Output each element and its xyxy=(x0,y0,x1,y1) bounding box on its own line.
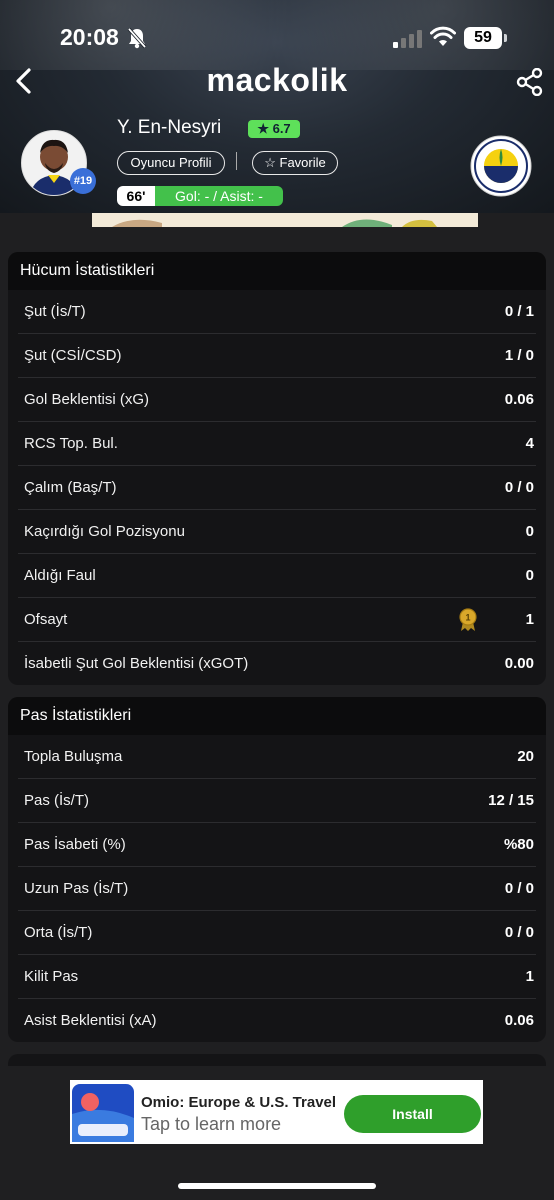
stat-row: Ofsayt 1 1 xyxy=(18,598,536,642)
stat-row: Asist Beklentisi (xA) 0.06 xyxy=(18,999,536,1042)
stat-label: Şut (CSİ/CSD) xyxy=(24,347,122,364)
ad-title: Omio: Europe & U.S. Travel xyxy=(141,1094,337,1111)
stat-value: 20 xyxy=(517,748,534,765)
stat-label: Uzun Pas (İs/T) xyxy=(24,880,129,897)
star-outline-icon: ☆ xyxy=(264,155,276,170)
stat-row: Kilit Pas 1 xyxy=(18,955,536,999)
jersey-number-badge: #19 xyxy=(70,168,96,194)
clock: 20:08 xyxy=(60,24,119,50)
divider xyxy=(236,152,237,170)
stat-value: 0 / 0 xyxy=(504,479,534,496)
stat-label: Pas İsabeti (%) xyxy=(24,836,126,853)
wifi-icon xyxy=(430,26,456,53)
stat-label: Çalım (Baş/T) xyxy=(24,479,117,496)
stat-row: Orta (İs/T) 0 / 0 xyxy=(18,911,536,955)
stat-label: Kaçırdığı Gol Pozisyonu xyxy=(24,523,185,540)
stat-row: Uzun Pas (İs/T) 0 / 0 xyxy=(18,867,536,911)
stat-value: 0 / 1 xyxy=(504,303,534,320)
stat-value: 1 / 0 xyxy=(504,347,534,364)
battery-icon: 59 xyxy=(464,27,507,49)
goals-assists: Gol: - / Asist: - xyxy=(155,186,283,206)
stat-label: Aldığı Faul xyxy=(24,567,96,584)
share-icon[interactable] xyxy=(516,67,544,101)
stat-row: RCS Top. Bul. 4 xyxy=(18,422,536,466)
ad-banner[interactable]: Omio: Europe & U.S. Travel Tap to learn … xyxy=(70,1080,483,1144)
stat-value: 1 xyxy=(525,968,534,985)
stat-value: 0.06 xyxy=(504,391,534,408)
attack-stats-card: Hücum İstatistikleri Şut (İs/T) 0 / 1 Şut… xyxy=(8,252,546,685)
minutes-played: 66' xyxy=(117,186,155,206)
stat-row: Aldığı Faul 0 xyxy=(18,554,536,598)
stat-row: Pas (İs/T) 12 / 15 xyxy=(18,779,536,823)
stat-label: Şut (İs/T) xyxy=(24,303,86,320)
stat-row: Pas İsabeti (%) %80 xyxy=(18,823,536,867)
stat-value: 0 / 0 xyxy=(504,924,534,941)
medal-icon: 1 xyxy=(458,608,478,637)
ad-strip[interactable] xyxy=(92,213,478,227)
stat-label: Gol Beklentisi (xG) xyxy=(24,391,150,408)
omio-app-icon xyxy=(72,1084,134,1142)
favorite-button[interactable]: ☆ Favorile xyxy=(252,151,338,175)
card-title: Pas İstatistikleri xyxy=(8,697,546,735)
stat-value: 12 / 15 xyxy=(488,792,534,809)
stat-value: 1 xyxy=(525,611,534,628)
ad-subtitle: Tap to learn more xyxy=(141,1114,282,1134)
stat-value: %80 xyxy=(503,836,534,853)
rating-badge: ★ 6.7 xyxy=(248,120,300,138)
player-name: Y. En-Nesyri xyxy=(117,117,222,138)
stat-value: 0.00 xyxy=(504,655,534,672)
status-bar: 20:08 59 xyxy=(0,22,554,56)
stat-label: Kilit Pas xyxy=(24,968,79,985)
stat-row: Gol Beklentisi (xG) 0.06 xyxy=(18,378,536,422)
stat-label: Ofsayt xyxy=(24,611,68,628)
install-button[interactable]: Install xyxy=(344,1095,481,1133)
home-indicator[interactable] xyxy=(178,1183,376,1189)
stat-value: 0 xyxy=(525,567,534,584)
bell-muted-icon xyxy=(127,27,147,54)
pass-stats-card: Pas İstatistikleri Topla Buluşma 20 Pas (… xyxy=(8,697,546,1042)
svg-text:1: 1 xyxy=(465,613,470,623)
stat-label: Pas (İs/T) xyxy=(24,792,90,809)
stat-label: İsabetli Şut Gol Beklentisi (xGOT) xyxy=(24,655,249,672)
stat-label: RCS Top. Bul. xyxy=(24,435,118,452)
cellular-signal-icon xyxy=(393,30,423,53)
stat-label: Orta (İs/T) xyxy=(24,924,93,941)
header: 20:08 59 mackolik #19 Y. En-Nesyri ★ 6.7… xyxy=(0,0,554,213)
stat-row: Topla Buluşma 20 xyxy=(18,735,536,779)
stat-label: Asist Beklentisi (xA) xyxy=(24,1012,157,1029)
stat-row: Çalım (Baş/T) 0 / 0 xyxy=(18,466,536,510)
stat-row: Şut (İs/T) 0 / 1 xyxy=(18,290,536,334)
stat-row: Şut (CSİ/CSD) 1 / 0 xyxy=(18,334,536,378)
card-title: Hücum İstatistikleri xyxy=(8,252,546,290)
stat-row: İsabetli Şut Gol Beklentisi (xGOT) 0.00 xyxy=(18,642,536,685)
favorite-label: Favorile xyxy=(279,155,326,170)
app-logo: mackolik xyxy=(206,62,348,98)
stat-label: Topla Buluşma xyxy=(24,748,123,765)
stat-value: 0 xyxy=(525,523,534,540)
stat-row: Kaçırdığı Gol Pozisyonu 0 xyxy=(18,510,536,554)
stat-value: 4 xyxy=(525,435,534,452)
stat-value: 0 / 0 xyxy=(504,880,534,897)
team-crest-icon[interactable] xyxy=(470,135,532,202)
player-profile-button[interactable]: Oyuncu Profili xyxy=(117,151,225,175)
stat-value: 0.06 xyxy=(504,1012,534,1029)
